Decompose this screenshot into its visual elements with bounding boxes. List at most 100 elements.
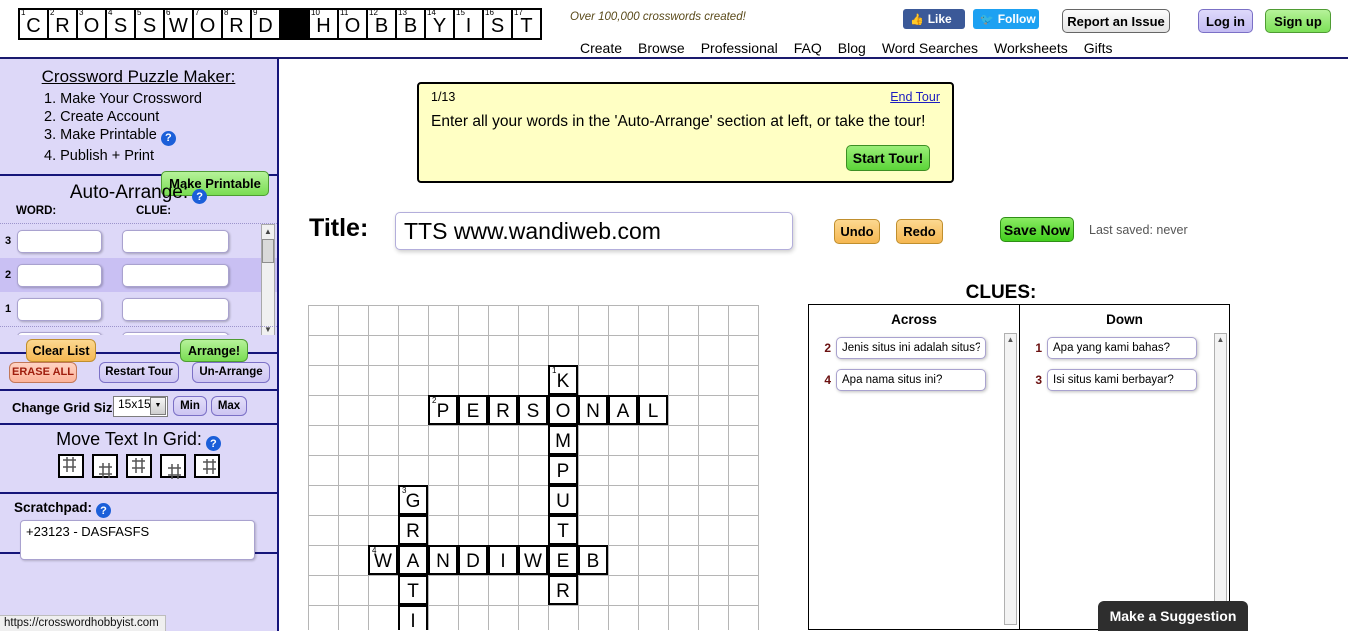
grid-cell[interactable] — [699, 576, 729, 606]
nav-link-professional[interactable]: Professional — [701, 40, 778, 56]
grid-cell[interactable] — [699, 426, 729, 456]
grid-cell-filled[interactable]: 4W — [368, 545, 398, 575]
grid-cell[interactable] — [339, 546, 369, 576]
word-input-3[interactable] — [17, 229, 102, 253]
grid-cell[interactable] — [459, 516, 489, 546]
grid-cell[interactable] — [669, 546, 699, 576]
grid-cell[interactable] — [459, 426, 489, 456]
grid-cell[interactable] — [609, 576, 639, 606]
facebook-like-button[interactable]: 👍 Like — [903, 9, 965, 29]
maker-step-3[interactable]: 3. Make Printable? — [44, 127, 271, 146]
grid-cell[interactable] — [429, 576, 459, 606]
grid-cell[interactable] — [549, 306, 579, 336]
twitter-follow-button[interactable]: 🐦 Follow — [973, 9, 1039, 29]
grid-cell[interactable] — [369, 576, 399, 606]
grid-cell-filled[interactable]: T — [398, 575, 428, 605]
scrollbar-thumb[interactable] — [262, 239, 274, 263]
grid-cell[interactable] — [519, 516, 549, 546]
move-up-left-icon[interactable] — [57, 454, 84, 478]
grid-cell-filled[interactable]: L — [638, 395, 668, 425]
erase-all-button[interactable]: ERASE ALL — [9, 361, 77, 383]
grid-cell[interactable] — [309, 426, 339, 456]
grid-cell[interactable] — [669, 516, 699, 546]
grid-cell[interactable] — [489, 606, 519, 630]
grid-cell[interactable] — [579, 336, 609, 366]
grid-cell[interactable] — [459, 306, 489, 336]
grid-cell[interactable] — [399, 366, 429, 396]
puzzle-title-input[interactable] — [395, 212, 793, 250]
grid-cell[interactable] — [519, 576, 549, 606]
grid-cell[interactable] — [729, 456, 759, 486]
grid-cell[interactable] — [399, 306, 429, 336]
grid-cell[interactable] — [699, 606, 729, 630]
un-arrange-button[interactable]: Un-Arrange — [192, 361, 270, 383]
grid-cell-filled[interactable]: R — [548, 575, 578, 605]
grid-cell[interactable] — [609, 366, 639, 396]
grid-cell[interactable] — [639, 576, 669, 606]
help-icon-auto-arrange[interactable]: ? — [192, 189, 208, 204]
signup-button[interactable]: Sign up — [1265, 9, 1331, 33]
grid-cell[interactable] — [429, 486, 459, 516]
grid-cell[interactable] — [429, 306, 459, 336]
scroll-up-icon[interactable]: ▲ — [1215, 334, 1226, 345]
grid-cell[interactable] — [669, 396, 699, 426]
clue-input-2[interactable] — [122, 263, 229, 287]
across-clue-input-2[interactable] — [836, 337, 986, 359]
help-icon-make-printable[interactable]: ? — [160, 130, 176, 146]
grid-cell[interactable] — [489, 516, 519, 546]
grid-cell[interactable] — [459, 606, 489, 630]
grid-cell[interactable] — [519, 306, 549, 336]
grid-cell-filled[interactable]: I — [488, 545, 518, 575]
grid-cell[interactable] — [399, 456, 429, 486]
grid-cell-filled[interactable]: 1K — [548, 365, 578, 395]
grid-cell[interactable] — [339, 456, 369, 486]
grid-cell[interactable] — [309, 396, 339, 426]
grid-cell[interactable] — [669, 576, 699, 606]
grid-cell[interactable] — [429, 426, 459, 456]
make-a-suggestion-tab[interactable]: Make a Suggestion — [1098, 601, 1248, 631]
nav-link-faq[interactable]: FAQ — [794, 40, 822, 56]
report-issue-button[interactable]: Report an Issue — [1062, 9, 1170, 33]
grid-cell[interactable] — [639, 336, 669, 366]
grid-cell[interactable] — [369, 366, 399, 396]
grid-cell-filled[interactable]: M — [548, 425, 578, 455]
nav-link-gifts[interactable]: Gifts — [1084, 40, 1113, 56]
grid-cell-filled[interactable]: B — [578, 545, 608, 575]
grid-cell[interactable] — [519, 486, 549, 516]
grid-cell[interactable] — [399, 396, 429, 426]
grid-cell[interactable] — [519, 336, 549, 366]
redo-button[interactable]: Redo — [896, 219, 943, 244]
grid-cell[interactable] — [309, 606, 339, 630]
down-scrollbar[interactable]: ▲ — [1214, 333, 1227, 625]
grid-cell[interactable] — [369, 606, 399, 630]
grid-cell[interactable] — [639, 306, 669, 336]
word-input-2[interactable] — [17, 263, 102, 287]
grid-cell[interactable] — [309, 366, 339, 396]
grid-cell[interactable] — [459, 456, 489, 486]
grid-cell[interactable] — [699, 396, 729, 426]
grid-cell[interactable] — [699, 546, 729, 576]
grid-cell[interactable] — [549, 606, 579, 630]
grid-cell[interactable] — [369, 336, 399, 366]
word-list-scrollbar[interactable]: ▲ ▼ — [261, 224, 275, 335]
grid-cell[interactable] — [519, 426, 549, 456]
grid-cell-filled[interactable]: W — [518, 545, 548, 575]
grid-cell[interactable] — [729, 306, 759, 336]
grid-cell[interactable] — [429, 336, 459, 366]
grid-cell[interactable] — [519, 456, 549, 486]
nav-link-browse[interactable]: Browse — [638, 40, 685, 56]
grid-cell[interactable] — [729, 396, 759, 426]
grid-cell[interactable] — [609, 516, 639, 546]
grid-cell[interactable] — [669, 486, 699, 516]
grid-cell[interactable] — [309, 516, 339, 546]
grid-cell[interactable] — [429, 456, 459, 486]
grid-cell[interactable] — [699, 456, 729, 486]
grid-cell[interactable] — [579, 576, 609, 606]
grid-cell[interactable] — [579, 606, 609, 630]
grid-cell[interactable] — [339, 516, 369, 546]
undo-button[interactable]: Undo — [834, 219, 880, 244]
grid-cell[interactable] — [429, 606, 459, 630]
down-clue-input-1[interactable] — [1047, 337, 1197, 359]
grid-cell[interactable] — [339, 306, 369, 336]
grid-cell[interactable] — [729, 516, 759, 546]
